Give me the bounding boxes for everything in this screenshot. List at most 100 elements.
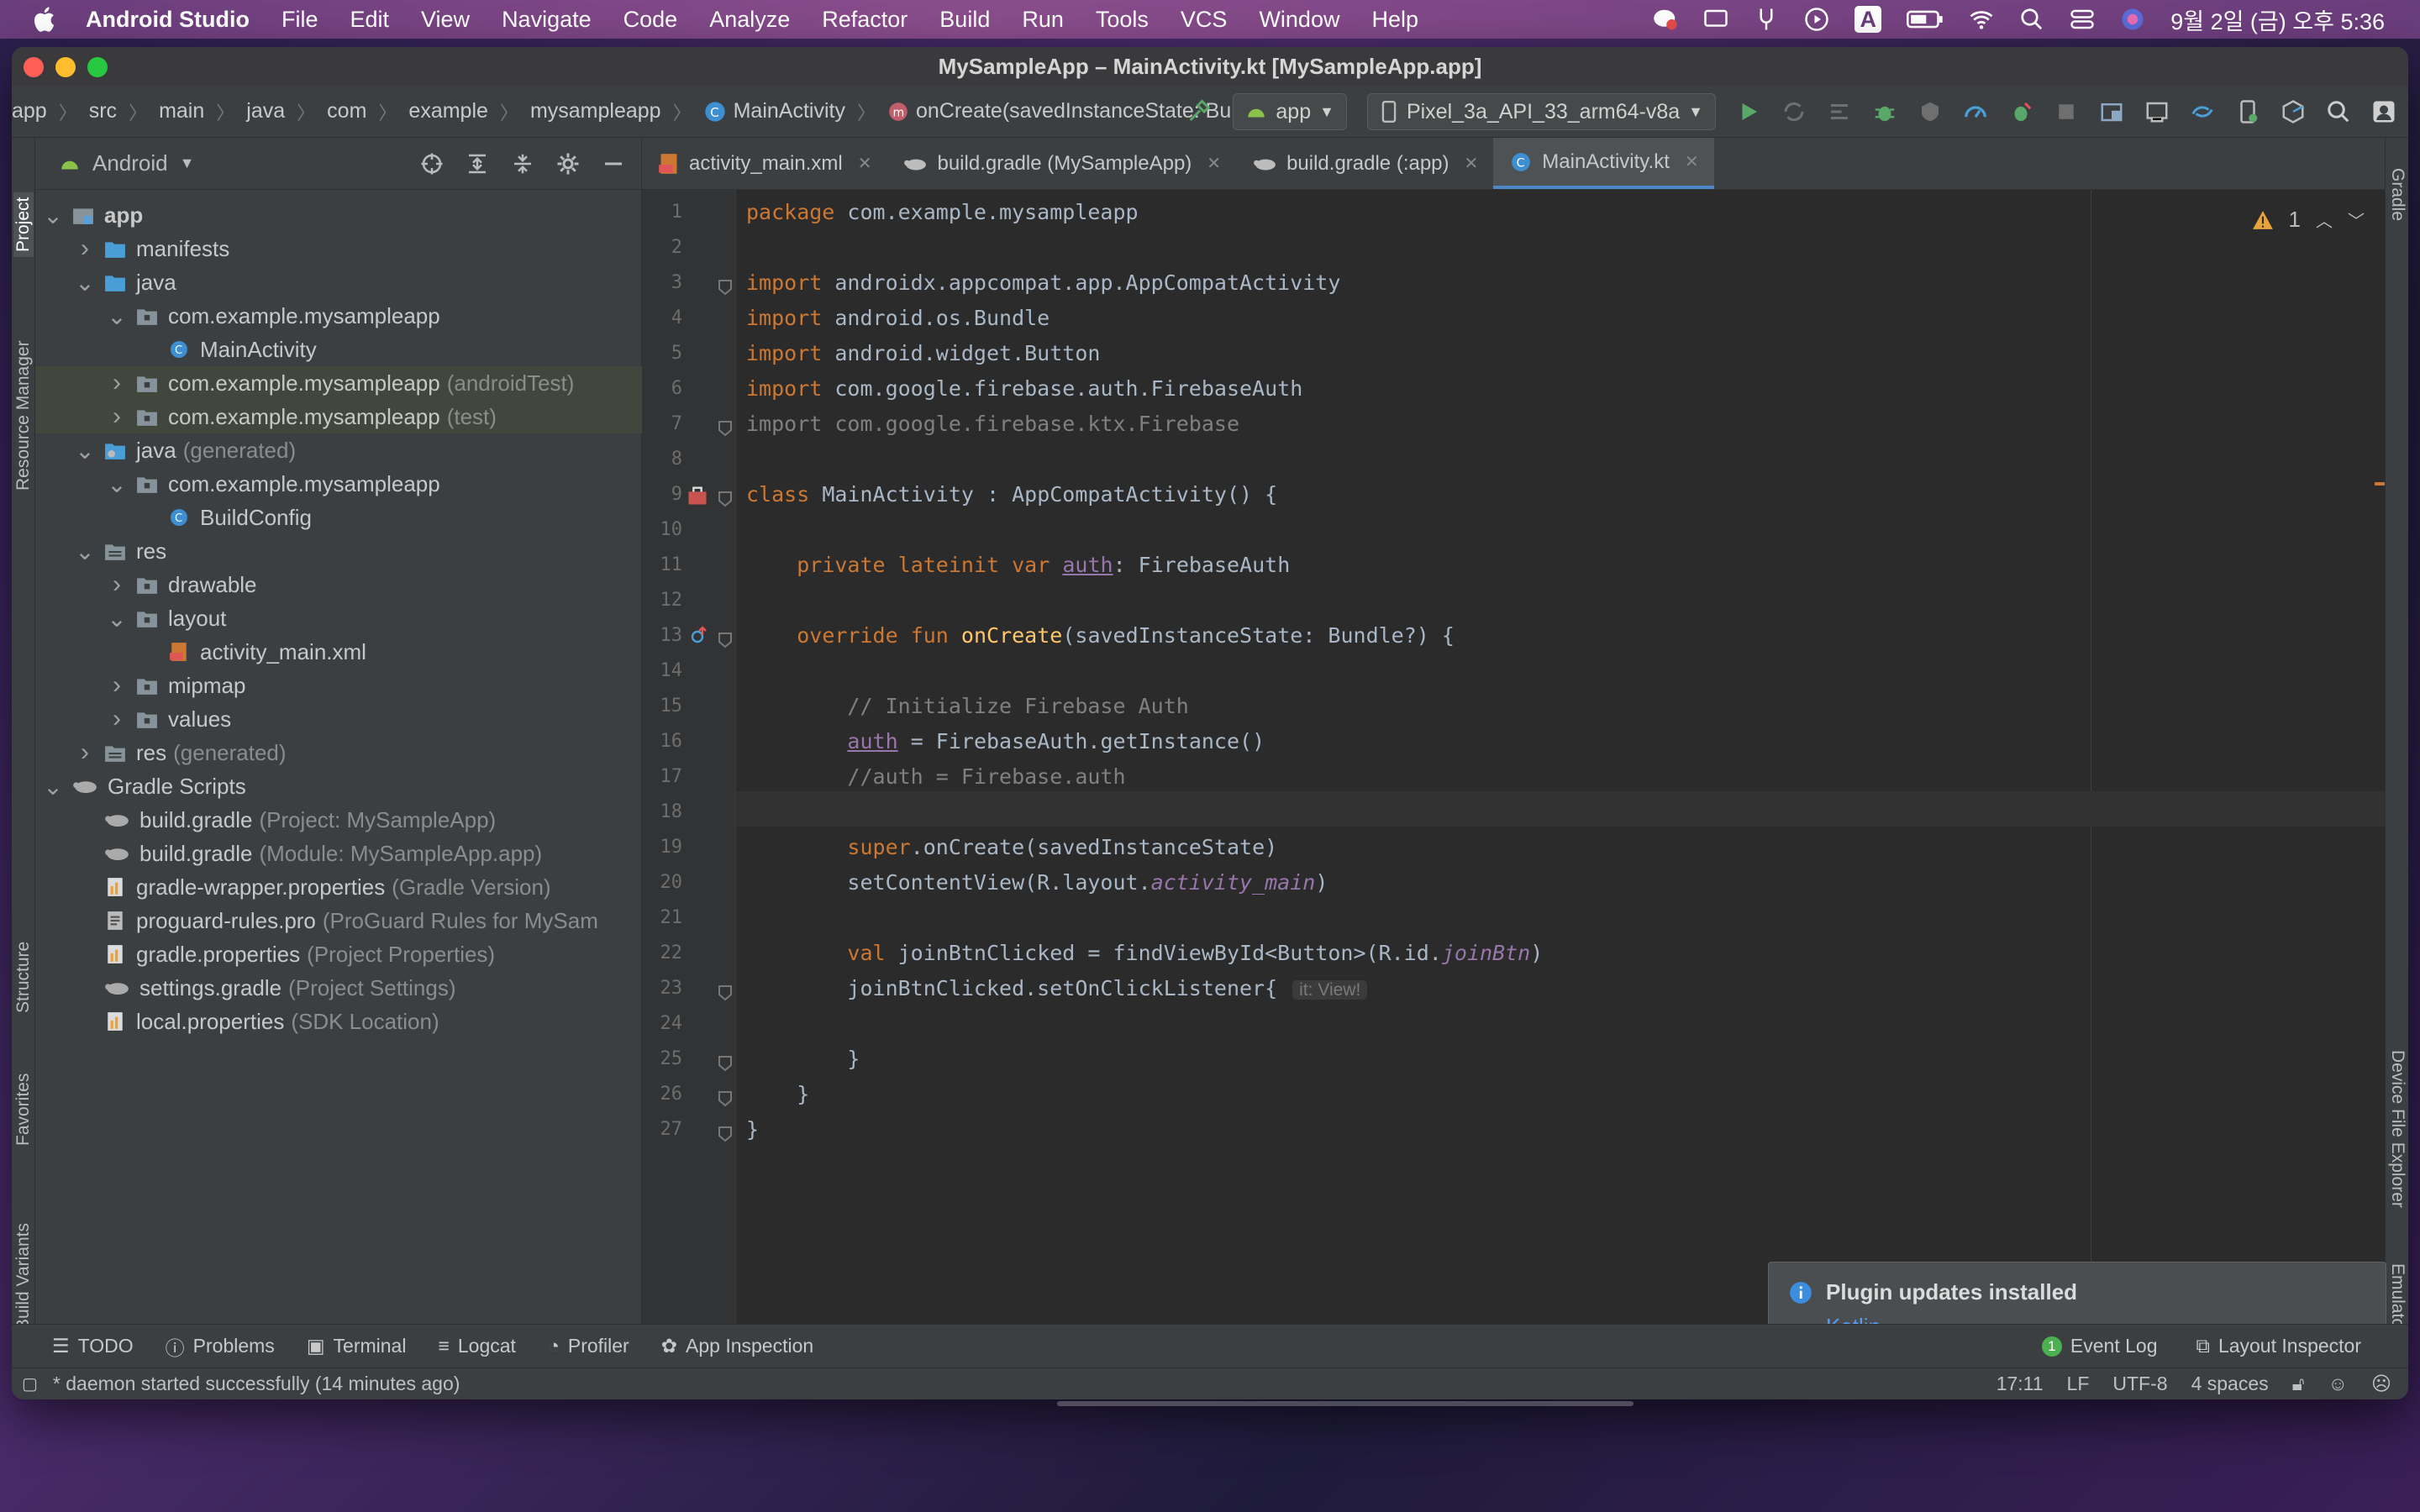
code-line[interactable]: } — [746, 1117, 759, 1142]
breadcrumb-mainactivity[interactable]: MainActivity — [734, 99, 845, 123]
chevron-right-icon[interactable]: › — [76, 738, 94, 766]
chevron-down-icon[interactable]: ⌄ — [75, 538, 94, 564]
chevron-right-icon[interactable]: › — [108, 671, 126, 699]
override-marker-icon[interactable] — [689, 625, 709, 651]
fold-icon[interactable] — [718, 487, 733, 513]
sync-gradle-icon[interactable] — [2190, 99, 2215, 124]
menu-tools[interactable]: Tools — [1096, 7, 1149, 33]
tree-java-generated[interactable]: ⌄ java (generated) — [35, 433, 642, 467]
tree-activity-main-xml[interactable]: activity_main.xml — [35, 635, 642, 669]
smile-icon[interactable]: ☺ — [2328, 1373, 2348, 1395]
tree-mainactivity[interactable]: C MainActivity — [35, 333, 642, 366]
close-icon[interactable]: ✕ — [1207, 153, 1221, 174]
chevron-right-icon[interactable]: › — [108, 570, 126, 598]
menubar-app-name[interactable]: Android Studio — [86, 7, 250, 33]
tree-package-androidtest[interactable]: › com.example.mysampleapp (androidTest) — [35, 366, 642, 400]
chevron-down-icon[interactable]: ⌄ — [107, 303, 126, 329]
tree-mipmap[interactable]: › mipmap — [35, 669, 642, 702]
menu-refactor[interactable]: Refactor — [822, 7, 908, 33]
tree-manifests[interactable]: › manifests — [35, 232, 642, 265]
account-icon[interactable] — [2371, 99, 2396, 124]
spotlight-search-icon[interactable] — [2019, 7, 2044, 32]
code-line[interactable]: //auth = Firebase.auth — [746, 764, 1125, 789]
tree-layout[interactable]: ⌄ layout — [35, 601, 642, 635]
code-line[interactable]: import android.os.Bundle — [746, 306, 1050, 330]
tree-res-generated[interactable]: › res (generated) — [35, 736, 642, 769]
apply-changes-icon[interactable] — [1781, 99, 1807, 124]
tab-mainactivity-kt[interactable]: C MainActivity.kt ✕ — [1493, 138, 1714, 189]
code-line[interactable]: auth = FirebaseAuth.getInstance() — [746, 729, 1265, 753]
menu-view[interactable]: View — [421, 7, 470, 33]
menu-vcs[interactable]: VCS — [1181, 7, 1228, 33]
fold-icon[interactable] — [718, 1087, 733, 1113]
tree-package-test[interactable]: › com.example.mysampleapp (test) — [35, 400, 642, 433]
code-line[interactable]: class MainActivity : AppCompatActivity()… — [746, 482, 1277, 507]
code-line[interactable]: private lateinit var auth: FirebaseAuth — [746, 553, 1290, 577]
chevron-down-icon[interactable]: ⌄ — [75, 270, 94, 296]
attach-debugger-icon[interactable] — [2008, 99, 2033, 124]
fold-icon[interactable] — [718, 276, 733, 302]
device-selector[interactable]: Pixel_3a_API_33_arm64-v8a ▼ — [1366, 93, 1716, 130]
breadcrumb-example[interactable]: example — [408, 99, 488, 123]
tool-window-favorites[interactable]: Favorites — [13, 1074, 34, 1146]
debug-icon[interactable] — [1872, 99, 1897, 124]
tree-package-generated[interactable]: ⌄ com.example.mysampleapp — [35, 467, 642, 501]
chevron-down-icon[interactable]: ▼ — [180, 155, 195, 172]
chat-status-icon[interactable] — [1653, 7, 1678, 32]
code-line[interactable]: import com.google.firebase.ktx.Firebase — [746, 412, 1239, 436]
tree-res[interactable]: ⌄ res — [35, 534, 642, 568]
code-line[interactable]: joinBtnClicked.setOnClickListener{it: Vi… — [746, 976, 1368, 1000]
tab-activity-main-xml[interactable]: activity_main.xml ✕ — [642, 138, 886, 189]
file-encoding[interactable]: UTF-8 — [2112, 1373, 2167, 1395]
close-icon[interactable]: ✕ — [858, 153, 872, 174]
input-source-indicator[interactable]: A — [1854, 6, 1882, 33]
tool-todo[interactable]: ☰ TODO — [52, 1335, 134, 1357]
tree-java[interactable]: ⌄ java — [35, 265, 642, 299]
chevron-right-icon[interactable]: › — [76, 234, 94, 262]
caret-position[interactable]: 17:11 — [1996, 1373, 2044, 1395]
code-line[interactable]: } — [746, 1082, 809, 1106]
menu-window[interactable]: Window — [1259, 7, 1339, 33]
control-center-icon[interactable] — [2070, 7, 2095, 32]
tree-values[interactable]: › values — [35, 702, 642, 736]
code-editor[interactable]: 1 2 3 4 5 6 7 8 9 10 11 12 13 14 15 16 17 18 19 20 21 22 23 24 2… — [642, 190, 2398, 1324]
tool-app-inspection[interactable]: ✿ App Inspection — [661, 1335, 813, 1357]
siri-icon[interactable] — [2120, 7, 2145, 32]
breadcrumb-java[interactable]: java — [246, 99, 285, 123]
lock-icon[interactable]: 🔓︎ — [2292, 1373, 2305, 1395]
tree-gradle-properties[interactable]: gradle.properties (Project Properties) — [35, 937, 642, 971]
display-icon[interactable] — [1703, 7, 1728, 32]
sdk-manager-icon[interactable] — [2281, 99, 2306, 124]
code-line[interactable]: super.onCreate(savedInstanceState) — [746, 835, 1277, 859]
code-line[interactable]: override fun onCreate(savedInstanceState… — [746, 623, 1455, 648]
fold-icon[interactable] — [718, 1122, 733, 1148]
implementation-marker-icon[interactable] — [686, 484, 709, 513]
tool-profiler[interactable]: ◔ Profiler — [548, 1335, 629, 1357]
battery-icon[interactable] — [1907, 7, 1944, 32]
indent-setting[interactable]: 4 spaces — [2191, 1373, 2269, 1395]
line-separator[interactable]: LF — [2067, 1373, 2090, 1395]
code-line[interactable]: import com.google.firebase.auth.Firebase… — [746, 376, 1302, 401]
code-line[interactable]: // Initialize Firebase Auth — [746, 694, 1188, 718]
apply-code-changes-icon[interactable] — [1827, 99, 1852, 124]
project-view-selector[interactable]: Android — [92, 150, 168, 176]
tool-window-structure[interactable]: Structure — [13, 942, 34, 1013]
run-config-selector[interactable]: app ▼ — [1233, 93, 1347, 130]
close-icon[interactable]: ✕ — [1685, 151, 1699, 172]
coverage-icon[interactable] — [1918, 99, 1943, 124]
code-line[interactable]: import android.widget.Button — [746, 341, 1100, 365]
tree-build-gradle-module[interactable]: build.gradle (Module: MySampleApp.app) — [35, 837, 642, 870]
menu-code[interactable]: Code — [623, 7, 678, 33]
status-message[interactable]: * daemon started successfully (14 minute… — [53, 1373, 460, 1395]
breadcrumb-app[interactable]: app — [12, 99, 47, 123]
tool-logcat[interactable]: ≡ Logcat — [438, 1335, 515, 1357]
menu-file[interactable]: File — [281, 7, 318, 33]
fold-icon[interactable] — [718, 417, 733, 443]
tool-window-gradle[interactable]: Gradle — [2387, 168, 2407, 221]
breadcrumb-mysampleapp[interactable]: mysampleapp — [530, 99, 661, 123]
tree-gradle-scripts[interactable]: ⌄ Gradle Scripts — [35, 769, 642, 803]
tree-buildconfig[interactable]: C BuildConfig — [35, 501, 642, 534]
tool-event-log[interactable]: 1 Event Log — [2041, 1335, 2158, 1357]
project-structure-icon[interactable] — [2099, 99, 2124, 124]
tree-settings-gradle[interactable]: settings.gradle (Project Settings) — [35, 971, 642, 1005]
